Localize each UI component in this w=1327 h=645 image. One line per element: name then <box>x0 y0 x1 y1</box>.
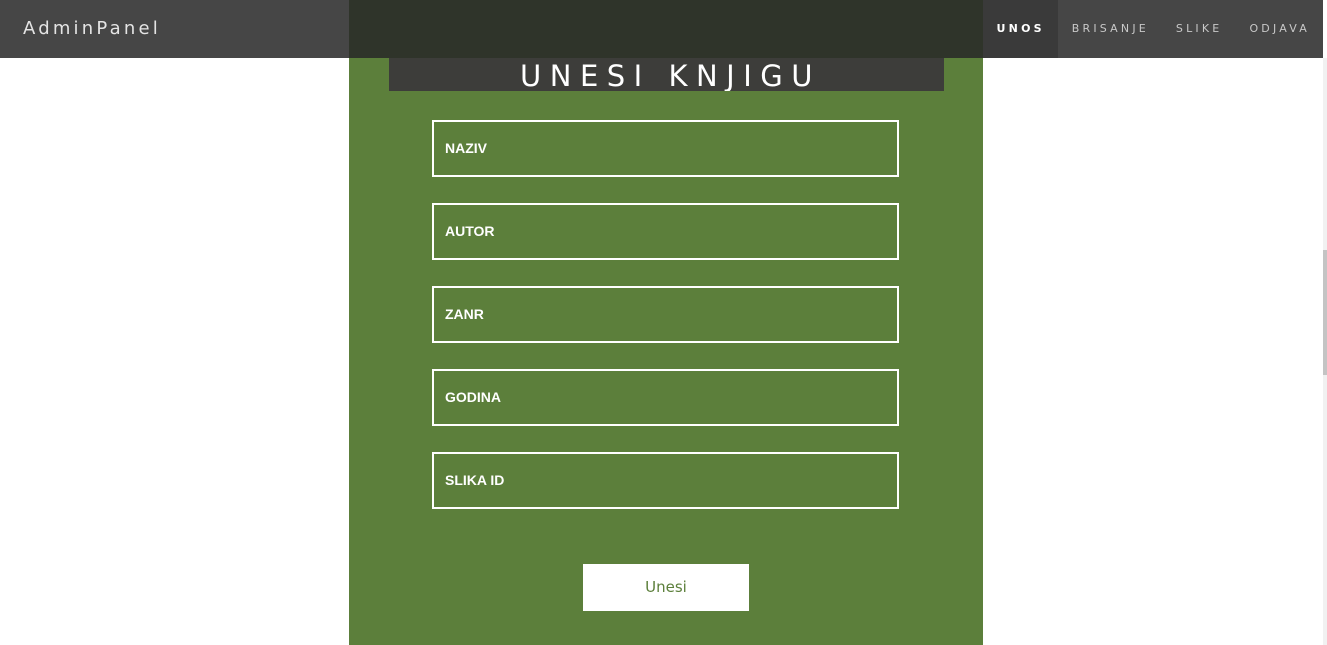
nav-link-brisanje[interactable]: BRISANJE <box>1058 0 1162 58</box>
autor-input[interactable]: AUTOR <box>432 203 899 260</box>
nav-link-unos[interactable]: UNOS <box>982 0 1058 58</box>
nav-links: UNOS BRISANJE SLIKE ODJAVA <box>982 0 1323 58</box>
brand-logo-text[interactable]: AdminPanel <box>23 20 161 38</box>
page-scrollbar-thumb[interactable] <box>1323 250 1327 375</box>
form-heading-bar: UNESI KNJIGU <box>389 58 944 91</box>
godina-input[interactable]: GODINA <box>432 369 899 426</box>
zanr-input[interactable]: ZANR <box>432 286 899 343</box>
page: AdminPanel UNOS BRISANJE SLIKE ODJAVA UN… <box>0 0 1327 645</box>
form-title: UNESI KNJIGU <box>520 59 821 91</box>
godina-placeholder: GODINA <box>445 389 501 405</box>
nav-link-odjava[interactable]: ODJAVA <box>1235 0 1323 58</box>
slika-id-input[interactable]: SLIKA ID <box>432 452 899 509</box>
unesi-submit-button[interactable]: Unesi <box>583 564 749 611</box>
slika-id-placeholder: SLIKA ID <box>445 472 505 488</box>
naziv-input[interactable]: NAZIV <box>432 120 899 177</box>
nav-link-slike[interactable]: SLIKE <box>1162 0 1236 58</box>
top-navbar: AdminPanel UNOS BRISANJE SLIKE ODJAVA <box>0 0 1323 58</box>
zanr-placeholder: ZANR <box>445 306 484 322</box>
naziv-placeholder: NAZIV <box>445 140 487 156</box>
autor-placeholder: AUTOR <box>445 223 495 239</box>
